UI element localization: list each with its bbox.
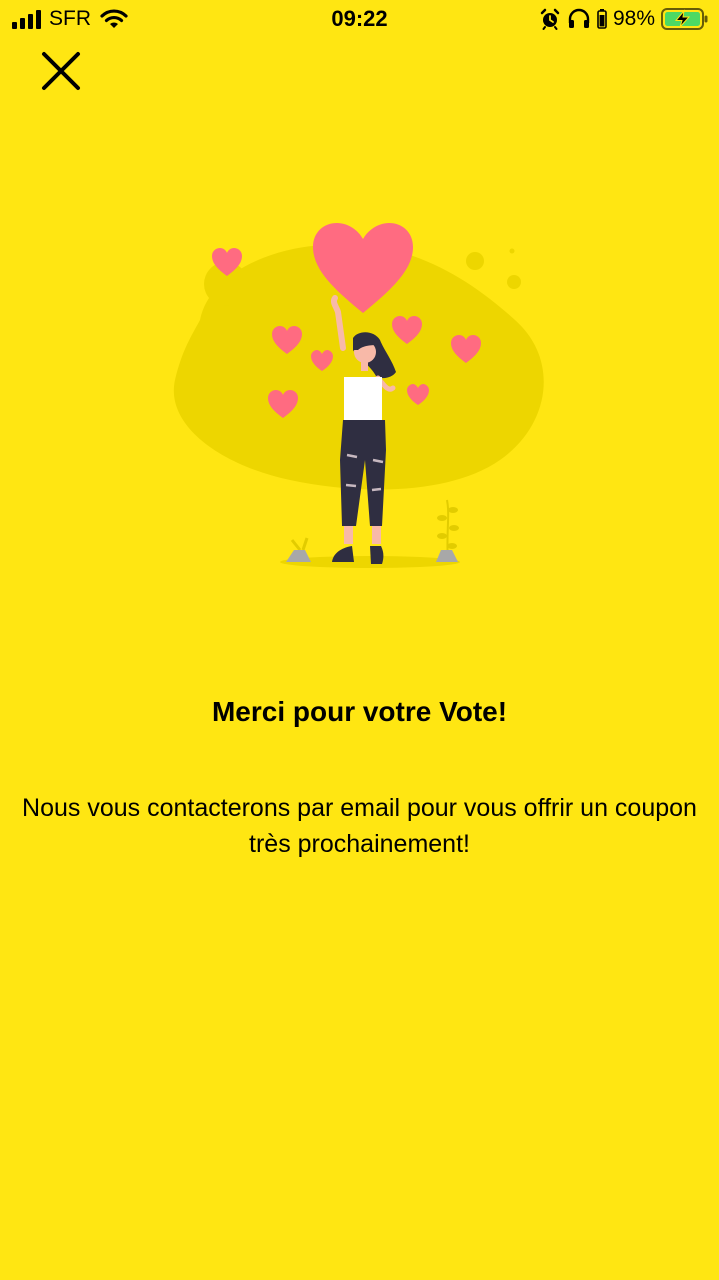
- battery-charging-icon: [661, 8, 708, 30]
- confirmation-message: Nous vous contacterons par email pour vo…: [22, 794, 697, 858]
- woman-with-hearts-illustration: [173, 223, 544, 568]
- thank-you-title: Merci pour votre Vote!: [211, 696, 508, 727]
- alarm-icon: [540, 8, 560, 30]
- close-icon: [42, 52, 80, 90]
- close-button[interactable]: [36, 46, 86, 96]
- headphones-icon: [568, 8, 590, 28]
- headphones-battery-icon: [597, 9, 607, 29]
- status-right: 98%: [539, 6, 709, 32]
- status-bar: SFR 09:22 98%: [0, 0, 719, 40]
- battery-percent: 98%: [612, 7, 655, 30]
